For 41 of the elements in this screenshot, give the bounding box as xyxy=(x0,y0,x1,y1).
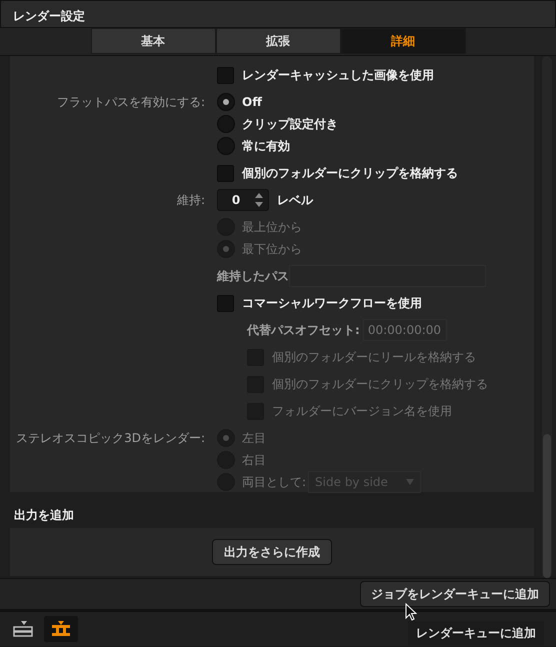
checkbox-label: レンダーキャッシュした画像を使用 xyxy=(242,67,434,84)
unit-label: レベル xyxy=(277,192,313,209)
radio-label: 両目として: xyxy=(242,474,306,491)
radio-button[interactable] xyxy=(217,137,235,155)
checkbox-label: フォルダーにバージョン名を使用 xyxy=(272,403,452,420)
radio-label: Off xyxy=(242,94,262,111)
tab[interactable]: 基本 xyxy=(90,28,216,54)
tab[interactable]: 詳細 xyxy=(340,28,466,54)
field-label: 維持したパス xyxy=(217,268,289,285)
setting-label: フラットパスを有効にする: xyxy=(56,94,206,111)
checkbox[interactable] xyxy=(217,66,234,84)
field-label: 代替パスオフセット: xyxy=(247,322,360,339)
radio-label: クリップ設定付き xyxy=(242,116,338,133)
checkbox[interactable] xyxy=(217,294,234,312)
tooltip: レンダーキューに追加 xyxy=(408,621,544,645)
toolbar-button[interactable] xyxy=(44,616,78,642)
radio-label: 左目 xyxy=(242,430,266,447)
radio-button[interactable] xyxy=(217,115,235,133)
radio-label: 最下位から xyxy=(242,241,302,258)
caret-icon[interactable] xyxy=(406,479,414,485)
create-output-button[interactable]: 出力をさらに作成 xyxy=(212,539,332,565)
checkbox[interactable] xyxy=(217,164,234,182)
radio-label: 最上位から xyxy=(242,219,302,236)
checkbox-label: 個別のフォルダーにリールを格納する xyxy=(272,349,476,366)
number-spinner[interactable]: 0 xyxy=(217,189,269,211)
checkbox-label: コマーシャルワークフローを使用 xyxy=(242,295,422,312)
stepper-icon[interactable] xyxy=(254,191,264,209)
radio-label: 右目 xyxy=(242,452,266,469)
setting-label: 維持: xyxy=(176,192,206,209)
render-queue-icon xyxy=(50,621,72,637)
checkbox-label: 個別のフォルダーにクリップを格納する xyxy=(242,165,458,182)
scrollbar-thumb[interactable] xyxy=(543,434,551,578)
radio-button[interactable] xyxy=(217,93,235,111)
radio-label: 常に有効 xyxy=(242,138,290,155)
tab[interactable]: 拡張 xyxy=(216,28,340,54)
window-title: レンダー設定 xyxy=(0,0,556,28)
add-to-queue-button[interactable]: ジョブをレンダーキューに追加 xyxy=(360,581,550,607)
section-title: 出力を追加 xyxy=(13,507,75,524)
checkbox-label: 個別のフォルダーにクリップを格納する xyxy=(272,376,488,393)
tray-icon xyxy=(13,621,33,637)
setting-label: ステレオスコピック3Dをレンダー: xyxy=(15,430,206,447)
